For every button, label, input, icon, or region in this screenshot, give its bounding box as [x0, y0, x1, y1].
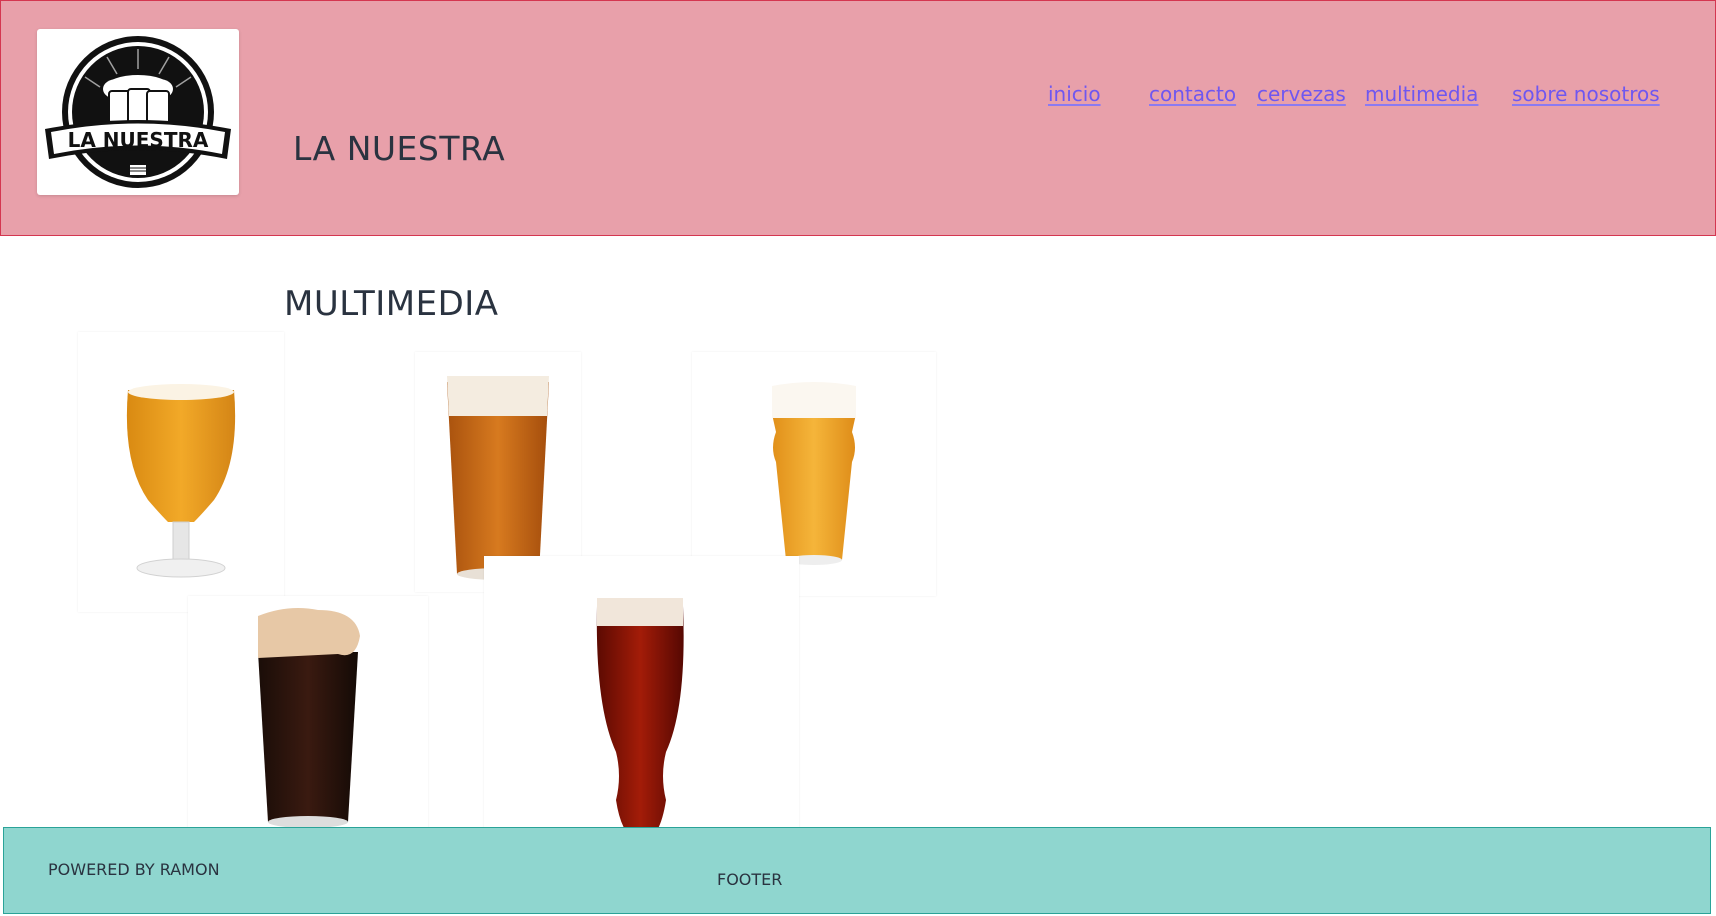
page-heading: MULTIMEDIA [284, 284, 499, 324]
nav-link-cervezas[interactable]: cervezas [1257, 82, 1346, 106]
gallery-image-stout[interactable] [188, 596, 428, 836]
pint-glass-stout-icon [258, 608, 360, 828]
nav-link-inicio[interactable]: inicio [1048, 82, 1101, 106]
footer-credit: POWERED BY RAMON [48, 860, 220, 879]
nav-link-contacto[interactable]: contacto [1149, 82, 1236, 106]
gallery-image-red-pilsner[interactable] [484, 556, 799, 868]
site-footer: POWERED BY RAMON FOOTER [3, 827, 1711, 914]
nav-link-multimedia[interactable]: multimedia [1365, 82, 1478, 106]
gallery-image-tulip-beer[interactable] [78, 332, 284, 612]
tulip-glass-beer-icon [126, 384, 236, 578]
site-logo[interactable]: LA NUESTRA [37, 29, 239, 195]
pilsner-glass-red-icon [596, 598, 684, 848]
nav-link-sobre-nosotros[interactable]: sobre nosotros [1512, 82, 1660, 106]
beer-mugs-logo-icon: LA NUESTRA [45, 36, 231, 188]
svg-text:LA NUESTRA: LA NUESTRA [68, 128, 209, 152]
site-title: LA NUESTRA [293, 129, 506, 168]
site-header: LA NUESTRA LA NUESTRA inicio contacto ce… [0, 0, 1716, 236]
footer-label: FOOTER [717, 870, 783, 889]
